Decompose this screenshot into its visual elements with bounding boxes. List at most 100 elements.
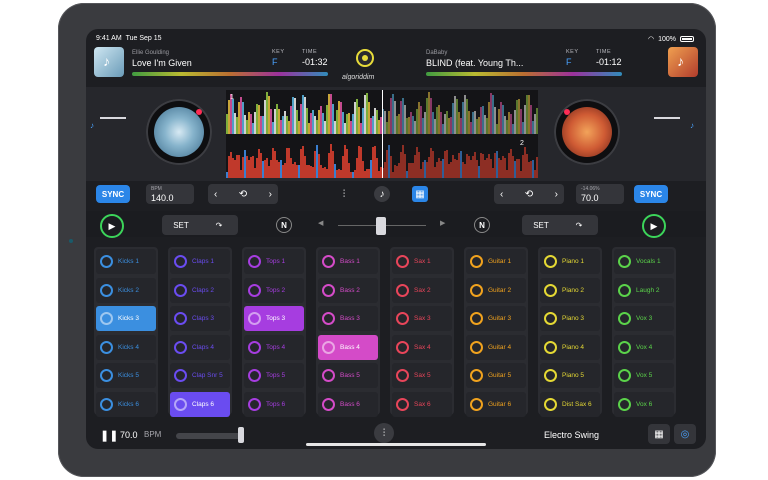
left-loop-prev-icon[interactable]: ‹ [214,189,217,200]
left-neural-mix-button[interactable]: N [276,217,292,233]
left-title[interactable]: Love I'm Given [132,58,192,68]
right-loop-next-icon[interactable]: › [555,189,558,200]
mixer-icon[interactable]: ⫶ [336,186,352,202]
crossfader-knob[interactable] [376,217,386,235]
sample-pad[interactable]: Kicks 2 [96,277,156,303]
left-loop-control[interactable]: ‹ ⟲ › [208,184,278,204]
left-set-control[interactable]: SET ↷ [162,215,238,235]
home-indicator[interactable] [306,443,486,446]
sample-pad[interactable]: Tops 3 [244,306,304,331]
sample-pad[interactable]: Claps 1 [170,249,230,274]
sample-pad[interactable]: Laugh 2 [614,277,674,303]
right-play-button[interactable]: ▶ [642,214,666,238]
waveform-display[interactable]: 1 2 [226,90,538,178]
sample-pad[interactable]: Tops 5 [244,363,304,388]
right-bpm-box[interactable]: -14.06% 70.0 [576,184,624,204]
right-sync-button[interactable]: SYNC [634,185,668,203]
right-set-button[interactable]: SET [522,215,560,235]
right-jump-icon[interactable]: ↷ [560,215,598,235]
genre-selector[interactable]: Electro Swing [544,430,599,440]
sample-pad[interactable]: Guitar 1 [466,249,526,274]
sample-pad[interactable]: Piano 5 [540,363,600,388]
sample-pad[interactable]: Sax 5 [392,363,452,388]
sample-pad[interactable]: Guitar 3 [466,306,526,331]
left-key[interactable]: F [272,57,278,67]
sample-pad[interactable]: Guitar 5 [466,363,526,388]
left-pitch-slider[interactable] [100,117,126,119]
djay-logo-icon[interactable] [356,49,374,67]
sample-pad[interactable]: Bass 5 [318,363,378,388]
sample-pad[interactable]: Tops 1 [244,249,304,274]
right-album-art[interactable]: ♪ [668,47,698,77]
sample-pad[interactable]: Clap Snr 5 [170,363,230,388]
right-title[interactable]: BLIND (feat. Young Th... [426,58,523,68]
sample-pad[interactable]: Bass 1 [318,249,378,274]
sample-pad[interactable]: Sax 3 [392,306,452,331]
right-platter[interactable] [554,99,620,165]
sample-pad[interactable]: Piano 4 [540,334,600,360]
right-neural-mix-button[interactable]: N [474,217,490,233]
left-play-button[interactable]: ▶ [100,214,124,238]
grid-icon[interactable]: ▦ [412,186,428,202]
sample-pad[interactable]: Bass 3 [318,306,378,331]
sample-pad[interactable]: Sax 2 [392,277,452,303]
left-progress-bar[interactable] [132,72,328,76]
right-loop-prev-icon[interactable]: ‹ [500,189,503,200]
crossfader-right-arrow[interactable]: ▶ [440,219,445,227]
left-loop-icon[interactable]: ⟲ [239,189,247,200]
right-loop-control[interactable]: ‹ ⟲ › [494,184,564,204]
sample-pad[interactable]: Tops 2 [244,277,304,303]
sampler-bpm-value[interactable]: 70.0 [120,430,138,440]
sample-pad[interactable]: Claps 2 [170,277,230,303]
sampler-bpm-label[interactable]: BPM [144,430,161,439]
sample-pad[interactable]: Vox 3 [614,306,674,331]
sample-pad[interactable]: Vox 5 [614,363,674,388]
sample-pad[interactable]: Kicks 4 [96,334,156,360]
sample-pad[interactable]: Kicks 6 [96,391,156,417]
sample-pad[interactable]: Vox 4 [614,334,674,360]
right-loop-icon[interactable]: ⟲ [525,189,533,200]
left-album-art[interactable]: ♪ [94,47,124,77]
sample-pad[interactable]: Sax 4 [392,334,452,360]
sampler-volume-slider[interactable] [176,433,242,439]
sample-pad[interactable]: Kicks 1 [96,249,156,274]
sample-pad[interactable]: Claps 3 [170,306,230,331]
sample-pad[interactable]: Claps 6 [170,391,230,417]
sample-pad[interactable]: Sax 6 [392,391,452,417]
circle-view-button[interactable]: ◎ [674,424,696,444]
sample-pad[interactable]: Guitar 6 [466,391,526,417]
left-set-button[interactable]: SET [162,215,200,235]
sample-pad[interactable]: Piano 3 [540,306,600,331]
left-loop-next-icon[interactable]: › [269,189,272,200]
sample-pad[interactable]: Guitar 2 [466,277,526,303]
left-sync-button[interactable]: SYNC [96,185,130,203]
sample-pad[interactable]: Claps 4 [170,334,230,360]
sample-pad[interactable]: Kicks 5 [96,363,156,388]
sample-pad[interactable]: Piano 2 [540,277,600,303]
sampler-mixer-button[interactable]: ⫶ [374,423,394,443]
left-jump-icon[interactable]: ↷ [200,215,238,235]
sample-pad[interactable]: Piano 1 [540,249,600,274]
sample-pad[interactable]: Bass 6 [318,391,378,417]
right-set-control[interactable]: SET ↷ [522,215,598,235]
sample-pad[interactable]: Tops 4 [244,334,304,360]
right-pitch-slider[interactable] [654,117,680,119]
grid-view-button[interactable]: ▦ [648,424,670,444]
crossfader-left-arrow[interactable]: ◀ [318,219,323,227]
left-bpm-box[interactable]: BPM 140.0 [146,184,194,204]
sample-pad[interactable]: Bass 2 [318,277,378,303]
sample-pad[interactable]: Kicks 3 [96,306,156,331]
music-note-icon[interactable]: ♪ [374,186,390,202]
sample-pad[interactable]: Vox 6 [614,391,674,417]
sample-pad[interactable]: Guitar 4 [466,334,526,360]
sampler-volume-knob[interactable] [238,427,244,443]
sample-pad[interactable]: Vocals 1 [614,249,674,274]
sample-pad[interactable]: Bass 4 [318,334,378,360]
sample-pad[interactable]: Sax 1 [392,249,452,274]
right-progress-bar[interactable] [426,72,622,76]
right-key[interactable]: F [566,57,572,67]
pause-icon[interactable]: ❚❚ [100,429,118,442]
left-platter[interactable] [146,99,212,165]
sample-pad[interactable]: Dist Sax 6 [540,391,600,417]
sample-pad[interactable]: Tops 6 [244,391,304,417]
